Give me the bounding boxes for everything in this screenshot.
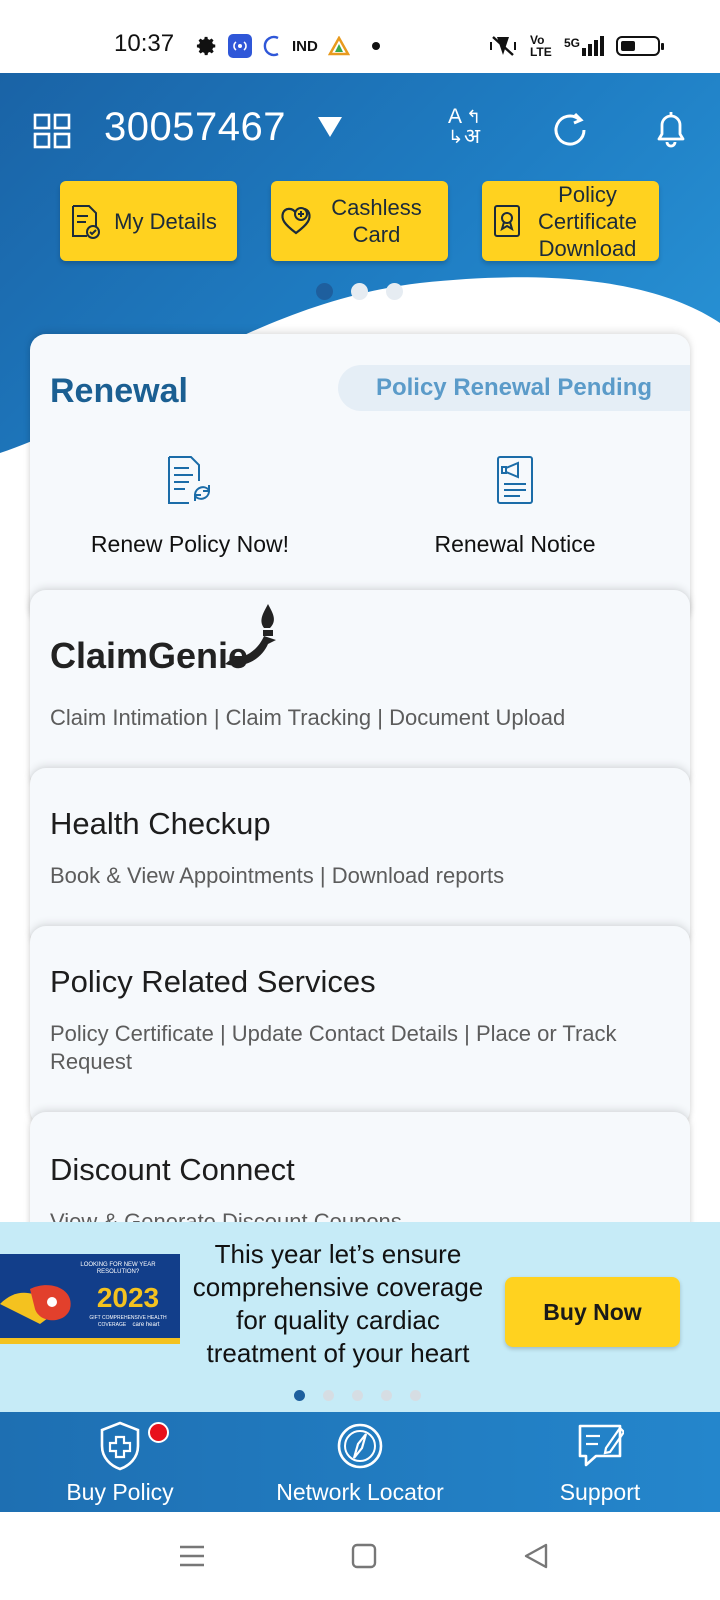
nav-network-locator[interactable]: Network Locator	[240, 1412, 480, 1512]
renewal-title: Renewal	[50, 372, 188, 410]
policy-certificate-download-button[interactable]: Policy Certificate Download	[482, 181, 659, 261]
quick-actions: My Details Cashless Card Policy Certific…	[60, 181, 659, 261]
status-right-icons: Vo LTE 5G	[488, 33, 664, 59]
volte-icon: Vo LTE	[529, 33, 552, 59]
buy-now-button[interactable]: Buy Now	[505, 1277, 680, 1347]
nav-network-locator-label: Network Locator	[276, 1479, 444, 1505]
nav-buy-policy[interactable]: Buy Policy	[0, 1412, 240, 1512]
pager-dot[interactable]	[323, 1390, 334, 1401]
svg-text:ClaimGenie: ClaimGenie	[50, 635, 248, 676]
svg-text:RESOLUTION?: RESOLUTION?	[97, 1269, 140, 1275]
promo-text: This year let’s ensure comprehensive cov…	[192, 1239, 484, 1368]
quick-actions-pager	[316, 283, 403, 300]
vibrate-icon	[489, 36, 516, 56]
pager-dot[interactable]	[352, 1390, 363, 1401]
dot-icon	[371, 42, 380, 50]
refresh-icon[interactable]	[551, 111, 589, 149]
system-navigation-bar	[0, 1512, 720, 1600]
renewal-notice-button[interactable]: Renewal Notice	[365, 454, 665, 558]
pager-dot[interactable]	[351, 283, 368, 300]
renew-document-icon	[168, 456, 210, 504]
shield-plus-icon	[100, 1421, 140, 1471]
menu-icon[interactable]	[178, 1542, 206, 1570]
renew-policy-now-button[interactable]: Renew Policy Now!	[40, 454, 340, 558]
battery-icon	[616, 36, 664, 56]
pager-dot[interactable]	[381, 1390, 392, 1401]
svg-text:care heart: care heart	[132, 1322, 159, 1328]
gear-icon	[196, 36, 216, 56]
claim-genie-subtitle: Claim Intimation | Claim Tracking | Docu…	[50, 705, 566, 730]
discount-connect-title: Discount Connect	[50, 1152, 295, 1187]
policy-certificate-download-label: Policy Certificate Download	[537, 181, 638, 261]
health-checkup-card[interactable]: Health Checkup Book & View Appointments …	[30, 768, 690, 948]
pager-dot[interactable]	[386, 283, 403, 300]
promo-banner: LOOKING FOR NEW YEAR RESOLUTION? 2023 GI…	[0, 1222, 720, 1412]
pager-dot[interactable]	[294, 1390, 305, 1401]
document-check-icon	[72, 205, 100, 239]
status-left-icons: IND	[196, 34, 380, 58]
svg-text:2023: 2023	[97, 1282, 159, 1313]
bottom-navigation: Buy Policy Network Locator Support	[0, 1412, 720, 1512]
claimgenie-logo-icon: ClaimGenie	[50, 604, 276, 676]
policy-services-title: Policy Related Services	[50, 964, 376, 999]
claim-genie-card[interactable]: ClaimGenie Claim Intimation | Claim Trac…	[30, 590, 690, 790]
language-translate-icon[interactable]: A ↰ ↳ अ	[448, 106, 488, 151]
c-icon	[263, 35, 279, 57]
my-details-label: My Details	[114, 208, 217, 234]
renewal-status-badge: Policy Renewal Pending	[338, 365, 690, 411]
chat-edit-icon	[578, 1424, 626, 1467]
promo-image[interactable]: LOOKING FOR NEW YEAR RESOLUTION? 2023 GI…	[0, 1254, 180, 1344]
pager-dot[interactable]	[410, 1390, 421, 1401]
menu-grid-icon[interactable]	[33, 113, 71, 149]
cashless-card-label: Cashless Card	[331, 195, 422, 247]
policy-services-card[interactable]: Policy Related Services Policy Certifica…	[30, 926, 690, 1126]
nav-support-label: Support	[559, 1479, 641, 1505]
nav-buy-policy-label: Buy Policy	[66, 1479, 174, 1505]
health-checkup-title: Health Checkup	[50, 806, 271, 841]
policy-services-subtitle: Policy Certificate | Update Contact Deta…	[50, 1021, 617, 1074]
my-details-button[interactable]: My Details	[60, 181, 237, 261]
back-triangle-icon[interactable]	[522, 1542, 550, 1570]
svg-text:GIFT COMPREHENSIVE HEALTH: GIFT COMPREHENSIVE HEALTH	[89, 1315, 167, 1321]
heart-plus-icon	[281, 207, 311, 235]
svg-text:COVERAGE: COVERAGE	[98, 1322, 127, 1328]
policy-number[interactable]: 30057467	[104, 105, 286, 150]
broadcast-icon	[228, 34, 252, 58]
renew-policy-now-label: Renew Policy Now!	[90, 531, 290, 557]
renewal-notice-label: Renewal Notice	[434, 531, 596, 557]
home-square-icon[interactable]	[350, 1542, 378, 1570]
certificate-icon	[494, 205, 520, 237]
ind-icon: IND	[292, 37, 318, 55]
status-time: 10:37	[114, 30, 175, 57]
cashless-card-button[interactable]: Cashless Card	[271, 181, 448, 261]
notification-badge	[148, 1422, 169, 1443]
nav-support[interactable]: Support	[480, 1412, 720, 1512]
compass-icon	[337, 1423, 383, 1469]
5g-signal-icon: 5G	[564, 36, 604, 56]
promo-pager	[294, 1390, 421, 1401]
pager-dot[interactable]	[316, 283, 333, 300]
svg-text:LOOKING FOR NEW YEAR: LOOKING FOR NEW YEAR	[80, 1262, 156, 1268]
health-checkup-subtitle: Book & View Appointments | Download repo…	[50, 863, 505, 888]
notice-document-icon	[497, 456, 533, 504]
triangle-icon	[327, 36, 350, 56]
status-bar: 10:37 IND Vo LTE 5G	[0, 0, 720, 73]
renewal-card: Renewal Policy Renewal Pending Renew Pol…	[30, 334, 690, 624]
promo-illustration-icon: LOOKING FOR NEW YEAR RESOLUTION? 2023 GI…	[0, 1254, 180, 1344]
policy-dropdown-icon[interactable]	[318, 117, 342, 137]
notification-bell-icon[interactable]	[652, 109, 690, 149]
